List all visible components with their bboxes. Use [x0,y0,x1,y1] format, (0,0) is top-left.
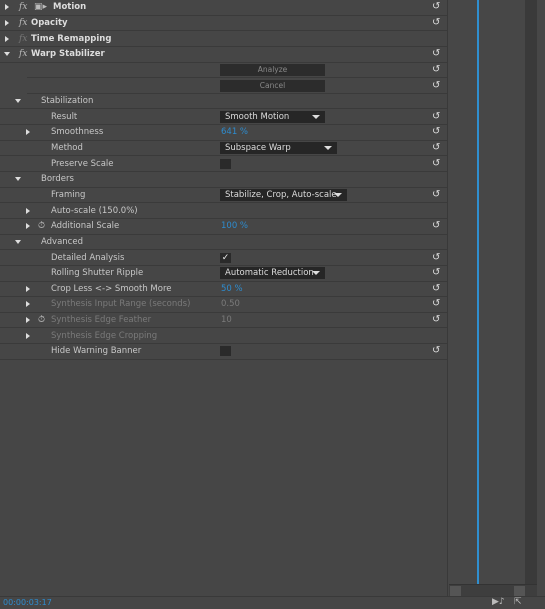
expand-icon[interactable] [26,332,30,339]
fx-icon[interactable]: fx [19,18,27,28]
reset-icon[interactable]: ↺ [432,111,442,122]
effect-time-remapping[interactable]: fx Time Remapping [0,31,447,47]
collapse-icon[interactable] [4,52,10,57]
fx-icon[interactable]: fx [19,2,27,12]
reset-icon[interactable]: ↺ [432,17,442,28]
reset-icon[interactable]: ↺ [432,299,442,309]
scroll-handle-left[interactable] [450,586,461,596]
synthesis-range-label: Synthesis Input Range (seconds) [51,299,191,310]
smoothness-label: Smoothness [51,127,104,138]
reset-icon[interactable]: ↺ [432,80,442,91]
reset-icon[interactable]: ↺ [432,2,442,12]
play-audio-icon[interactable]: ▶♪ [492,597,505,607]
preserve-scale-label: Preserve Scale [51,158,114,169]
collapse-icon[interactable] [15,239,21,244]
reset-icon[interactable]: ↺ [432,283,442,294]
effect-opacity[interactable]: fx Opacity ↺ [0,16,447,32]
result-dropdown[interactable]: Smooth Motion [220,110,325,123]
group-stabilization: Stabilization [41,96,94,107]
effect-name: Warp Stabilizer [31,49,105,60]
transform-icon[interactable]: ▣▸ [34,2,47,12]
effect-name: Opacity [31,17,68,28]
synthesis-feather-value: 10 [221,315,232,326]
horizontal-scrollbar[interactable] [449,584,537,596]
expand-icon[interactable] [26,223,30,230]
collapse-icon[interactable] [15,99,21,104]
expand-icon[interactable] [26,207,30,214]
expand-icon[interactable] [5,19,9,26]
synthesis-cropping-label: Synthesis Edge Cropping [51,330,158,341]
analyze-button[interactable]: Analyze [220,63,325,76]
effect-warp-stabilizer[interactable]: fx Warp Stabilizer ↺ [0,47,447,63]
rolling-shutter-label: Rolling Shutter Ripple [51,268,144,279]
expand-icon[interactable] [26,301,30,308]
crop-less-value[interactable]: 50 % [221,284,243,294]
framing-label: Framing [51,190,86,200]
hide-warning-checkbox[interactable] [220,346,231,357]
rolling-shutter-dropdown[interactable]: Automatic Reduction [220,267,325,280]
vertical-scrollbar[interactable] [525,0,537,584]
expand-icon[interactable] [26,285,30,292]
export-icon[interactable]: ⇱ [514,597,522,607]
expand-icon[interactable] [5,4,9,11]
reset-icon[interactable]: ↺ [432,49,442,59]
reset-icon[interactable]: ↺ [432,315,442,325]
method-dropdown[interactable]: Subspace Warp [220,142,337,155]
framing-dropdown[interactable]: Stabilize, Crop, Auto-scale [220,189,347,201]
crop-less-label: Crop Less <-> Smooth More [51,283,172,294]
method-label: Method [51,143,83,154]
synthesis-feather-label: Synthesis Edge Feather [51,315,152,326]
result-label: Result [51,111,78,122]
preserve-scale-checkbox[interactable] [220,158,231,169]
status-bar: 00:00:03:17 ▶♪ ⇱ [0,596,545,609]
hide-warning-label: Hide Warning Banner [51,346,142,357]
collapse-icon[interactable] [15,177,21,182]
smoothness-value[interactable]: 641 % [221,127,248,137]
reset-icon[interactable]: ↺ [432,158,442,169]
reset-icon[interactable]: ↺ [432,346,442,356]
scroll-handle-right[interactable] [514,586,525,596]
group-borders: Borders [41,174,74,185]
playhead[interactable] [477,0,479,584]
synthesis-range-value: 0.50 [221,299,240,310]
reset-icon[interactable]: ↺ [432,252,442,263]
additional-scale-label: Additional Scale [51,221,120,232]
group-advanced: Advanced [41,236,83,247]
reset-icon[interactable]: ↺ [432,127,442,137]
detailed-analysis-checkbox[interactable]: ✓ [220,252,231,263]
fx-icon[interactable]: fx [19,49,27,59]
stopwatch-icon: ⏱ [38,315,46,326]
stopwatch-icon[interactable]: ⏱ [38,221,45,231]
reset-icon[interactable]: ↺ [432,64,442,75]
reset-icon[interactable]: ↺ [432,268,442,278]
reset-icon[interactable]: ↺ [432,143,442,153]
timecode[interactable]: 00:00:03:17 [3,598,52,607]
cancel-button[interactable]: Cancel [220,79,325,92]
expand-icon[interactable] [26,129,30,136]
fx-icon[interactable]: fx [19,34,27,44]
effect-name: Motion [53,2,87,13]
reset-icon[interactable]: ↺ [432,190,442,200]
effect-name: Time Remapping [31,33,112,44]
effect-motion[interactable]: fx ▣▸ Motion ↺ [0,0,447,16]
expand-icon[interactable] [26,317,30,324]
detailed-analysis-label: Detailed Analysis [51,252,125,263]
reset-icon[interactable]: ↺ [432,221,442,231]
expand-icon[interactable] [5,35,9,42]
effect-controls-panel: fx ▣▸ Motion ↺ fx Opacity ↺ fx Time Remapping … [0,0,447,596]
autoscale-label: Auto-scale (150.0%) [51,205,138,216]
additional-scale-value[interactable]: 100 % [221,221,248,231]
